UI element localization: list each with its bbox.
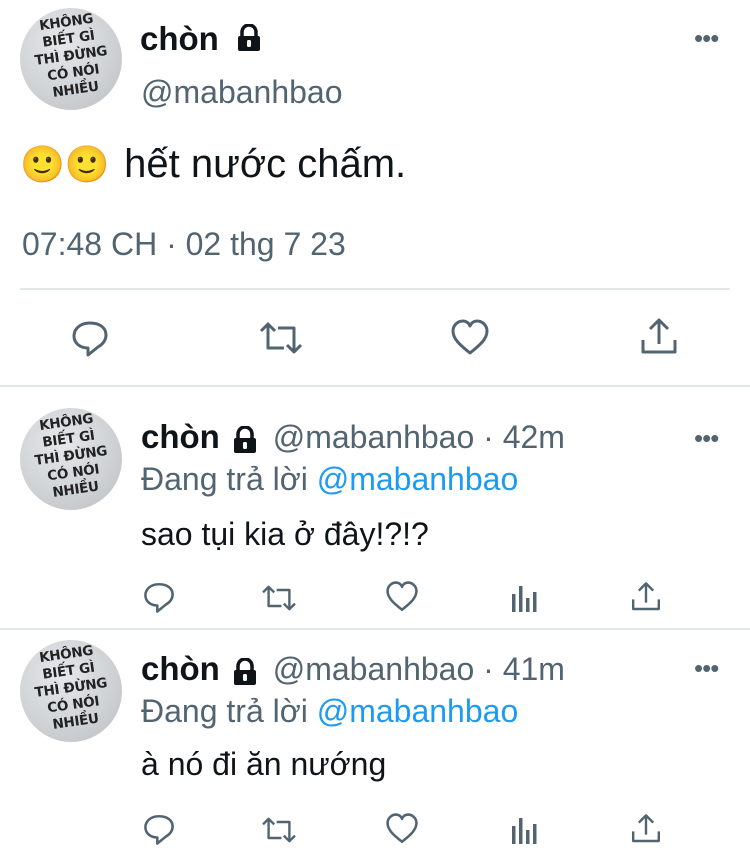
tweet-body: 🙂🙂 hết nước chấm. [20,142,406,187]
emoji: 🙂🙂 [20,144,110,186]
timestamp[interactable]: 07:48 CH · 02 thg 7 23 [22,226,346,263]
like-icon[interactable] [385,580,419,614]
display-name[interactable]: chòn [140,20,262,58]
mention-link[interactable]: @mabanhbao [317,693,519,729]
tweet-text: hết nước chấm. [124,142,407,186]
avatar[interactable]: KHÔNG BIẾT GÌ THÌ ĐỪNG CÓ NÓI NHIỀU [20,8,122,110]
replying-to: Đang trả lời @mabanhbao [141,693,519,729]
divider [0,385,750,387]
handle-time[interactable]: @mabanhbao · 42m [273,419,565,455]
tweet-text: sao tụi kia ở đây!?!? [141,516,429,552]
retweet-icon[interactable] [260,582,298,614]
avatar-text: KHÔNG BIẾT GÌ THÌ ĐỪNG CÓ NÓI NHIỀU [33,10,109,101]
divider [20,288,730,290]
share-icon[interactable] [639,316,679,358]
more-icon[interactable]: ••• [694,425,719,451]
reply-header: chòn @mabanhbao · 41m [141,650,565,688]
display-name[interactable]: chòn [141,650,220,687]
views-icon[interactable] [510,582,540,614]
reply-icon[interactable] [142,580,176,614]
replying-to: Đang trả lời @mabanhbao [141,461,519,497]
views-icon[interactable] [510,814,540,846]
avatar-text: KHÔNG BIẾT GÌ THÌ ĐỪNG CÓ NÓI NHIỀU [33,642,109,733]
mention-link[interactable]: @mabanhbao [317,461,519,497]
reply-icon[interactable] [70,318,110,358]
lock-icon [234,425,257,453]
tweet-text: à nó đi ăn nướng [141,746,387,782]
more-icon[interactable]: ••• [694,25,719,51]
avatar[interactable]: KHÔNG BIẾT GÌ THÌ ĐỪNG CÓ NÓI NHIỀU [20,640,122,742]
lock-icon [234,657,257,685]
reply-header: chòn @mabanhbao · 42m [141,418,565,456]
handle-time[interactable]: @mabanhbao · 41m [273,651,565,687]
share-icon[interactable] [630,812,662,846]
reply-icon[interactable] [142,812,176,846]
avatar-text: KHÔNG BIẾT GÌ THÌ ĐỪNG CÓ NÓI NHIỀU [33,410,109,501]
like-icon[interactable] [385,812,419,846]
divider [0,628,750,630]
avatar[interactable]: KHÔNG BIẾT GÌ THÌ ĐỪNG CÓ NÓI NHIỀU [20,408,122,510]
retweet-icon[interactable] [258,318,304,358]
handle[interactable]: @mabanhbao [141,74,343,111]
share-icon[interactable] [630,580,662,614]
lock-icon [238,24,260,52]
like-icon[interactable] [450,318,490,358]
display-name[interactable]: chòn [141,418,220,455]
more-icon[interactable]: ••• [694,655,719,681]
retweet-icon[interactable] [260,814,298,846]
